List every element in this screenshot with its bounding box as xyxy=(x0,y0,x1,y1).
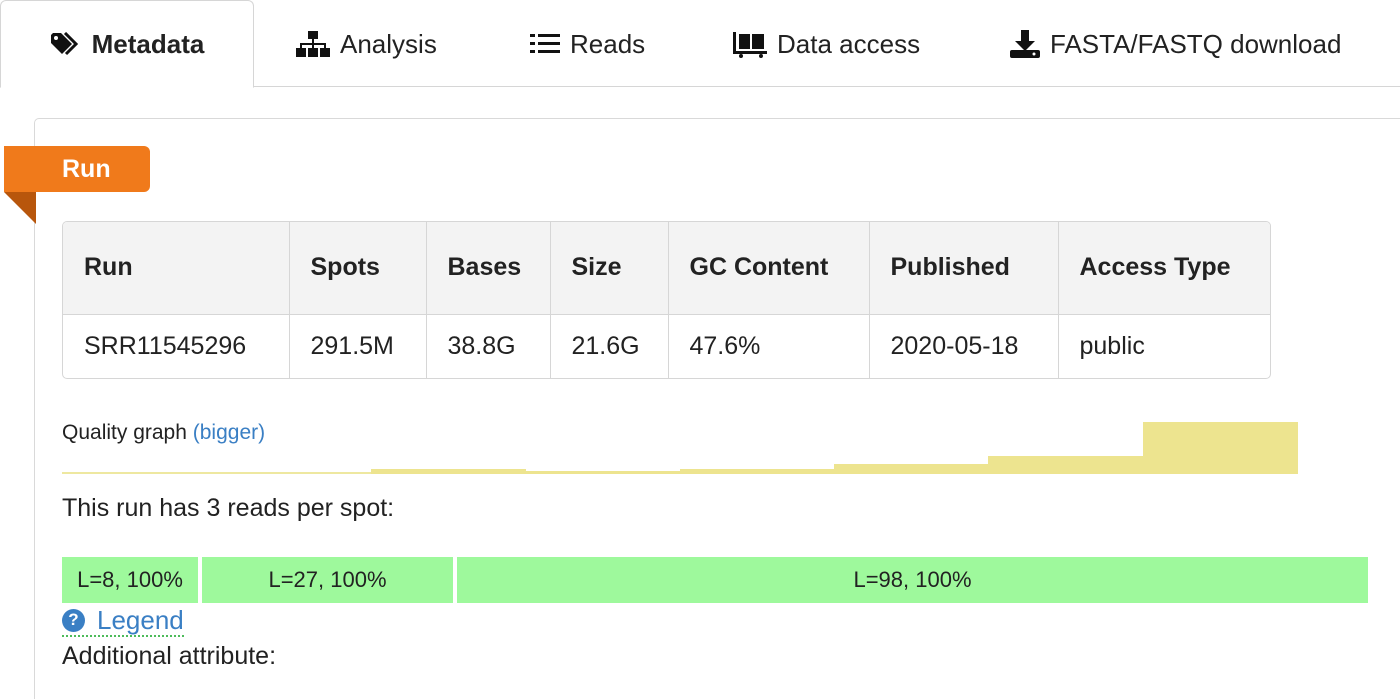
sitemap-icon xyxy=(296,30,330,58)
tab-label: FASTA/FASTQ download xyxy=(1050,28,1342,59)
question-circle-icon: ? xyxy=(62,608,85,632)
legend-label: Legend xyxy=(97,604,184,635)
table-cell: 21.6G xyxy=(550,314,669,378)
tab-reads[interactable]: Reads xyxy=(530,0,645,88)
tab-bar: Metadata Analysis Reads Data access FAST… xyxy=(0,0,1400,88)
table-cell: 38.8G xyxy=(426,314,551,378)
column-header: Size xyxy=(550,222,669,315)
table-cell: public xyxy=(1079,332,1145,361)
section-ribbon: Run xyxy=(4,146,150,192)
quality-graph-bigger-link[interactable]: (bigger) xyxy=(193,421,265,444)
quality-graph-bar xyxy=(525,471,680,474)
read-segment: L=27, 100% xyxy=(202,557,453,603)
quality-graph-bar xyxy=(1143,422,1298,474)
table-cell: 47.6% xyxy=(668,314,870,378)
table-header-row: Run Spots Bases Size GC Content Publishe… xyxy=(63,222,1270,315)
download-icon xyxy=(1010,30,1040,58)
quality-graph-bar xyxy=(371,469,526,474)
metadata-panel xyxy=(34,118,1400,699)
column-header: GC Content xyxy=(668,222,870,315)
column-header: Bases xyxy=(426,222,551,315)
quality-graph-label: Quality graph (bigger) xyxy=(62,421,265,445)
tab-label: Reads xyxy=(570,28,646,59)
tags-icon xyxy=(50,32,82,56)
tab-data-access[interactable]: Data access xyxy=(733,0,920,88)
reads-per-spot-text: This run has 3 reads per spot: xyxy=(62,494,395,522)
read-segment: L=98, 100% xyxy=(457,557,1368,603)
table-row: SRR11545296 291.5M 38.8G 21.6G 47.6% 202… xyxy=(63,314,1270,378)
tab-fasta-fastq-download[interactable]: FASTA/FASTQ download xyxy=(1010,0,1341,88)
dolly-icon xyxy=(733,30,767,58)
tab-analysis[interactable]: Analysis xyxy=(296,0,437,88)
quality-graph-bar xyxy=(834,464,989,474)
ribbon-label: Run xyxy=(62,154,111,183)
read-segment: L=8, 100% xyxy=(62,557,198,603)
legend-link[interactable]: ? Legend xyxy=(62,605,184,637)
tab-label: Metadata xyxy=(91,28,205,59)
list-icon xyxy=(530,32,560,56)
column-header: Access Type xyxy=(1058,222,1270,315)
column-header: Run xyxy=(63,222,290,315)
column-header: Spots xyxy=(289,222,427,315)
quality-graph-bar xyxy=(988,456,1143,474)
tab-metadata[interactable]: Metadata xyxy=(0,0,254,88)
quality-graph-title: Quality graph xyxy=(62,421,187,444)
tab-label: Data access xyxy=(777,28,921,59)
table-cell: 2020-05-18 xyxy=(869,314,1059,378)
column-header: Published xyxy=(869,222,1059,315)
tab-label: Analysis xyxy=(340,28,437,59)
table-cell: 291.5M xyxy=(289,314,427,378)
run-table: Run Spots Bases Size GC Content Publishe… xyxy=(62,221,1271,379)
quality-graph-bar xyxy=(680,469,835,474)
additional-attribute-label: Additional attribute: xyxy=(62,642,277,670)
table-cell: SRR11545296 xyxy=(63,314,290,378)
ribbon-fold xyxy=(4,192,36,224)
